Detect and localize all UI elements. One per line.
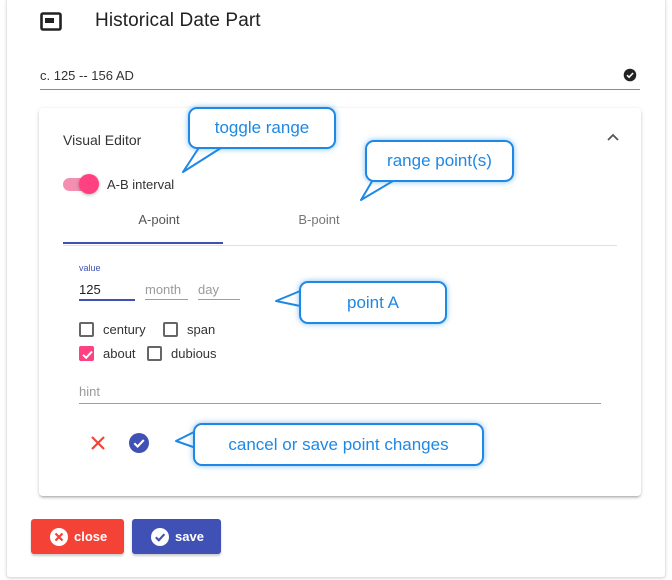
checkmark-icon (82, 350, 93, 360)
date-field-underline (40, 89, 640, 90)
value-field-label: value (79, 263, 101, 273)
about-label: about (103, 346, 136, 361)
callout-toggle-range: toggle range (188, 107, 336, 149)
callout-tail (182, 145, 225, 173)
range-toggle[interactable] (61, 173, 99, 195)
span-checkbox[interactable] (163, 322, 178, 337)
day-input-underline (198, 299, 240, 300)
close-button[interactable]: close (31, 519, 124, 554)
page-title: Historical Date Part (95, 10, 261, 31)
callout-point-a: point A (299, 281, 447, 324)
save-point-icon[interactable] (128, 432, 150, 454)
save-button[interactable]: save (132, 519, 221, 554)
check-circle-icon (151, 528, 169, 546)
callout-cancel-save: cancel or save point changes (193, 423, 484, 466)
century-label: century (103, 322, 146, 337)
day-input[interactable] (198, 279, 240, 299)
month-input-underline (145, 299, 188, 300)
close-button-label: close (74, 529, 108, 544)
tab-b-point[interactable]: B-point (255, 212, 383, 242)
dubious-checkbox[interactable] (147, 346, 162, 361)
date-text-field[interactable]: c. 125 -- 156 AD (40, 68, 134, 83)
value-input-underline (79, 299, 135, 301)
hint-input-underline (79, 403, 601, 404)
value-input[interactable] (79, 279, 135, 299)
close-circle-icon (50, 528, 68, 546)
active-tab-indicator (63, 242, 223, 244)
visual-editor-title: Visual Editor (63, 132, 142, 148)
month-input[interactable] (145, 279, 188, 299)
range-toggle-label: A-B interval (107, 177, 175, 192)
span-label: span (187, 322, 216, 337)
callout-range-points: range point(s) (365, 140, 514, 182)
dubious-label: dubious (171, 346, 217, 361)
save-button-label: save (175, 529, 204, 544)
cancel-point-icon[interactable] (89, 434, 107, 452)
window-icon (40, 12, 62, 31)
toggle-thumb (79, 174, 99, 194)
century-checkbox[interactable] (79, 322, 94, 337)
hint-input[interactable] (79, 381, 601, 401)
tab-divider (63, 245, 617, 246)
tab-a-point[interactable]: A-point (95, 212, 223, 242)
check-circle-icon (623, 68, 637, 82)
chevron-up-icon[interactable] (605, 131, 621, 143)
about-checkbox[interactable] (79, 346, 94, 361)
